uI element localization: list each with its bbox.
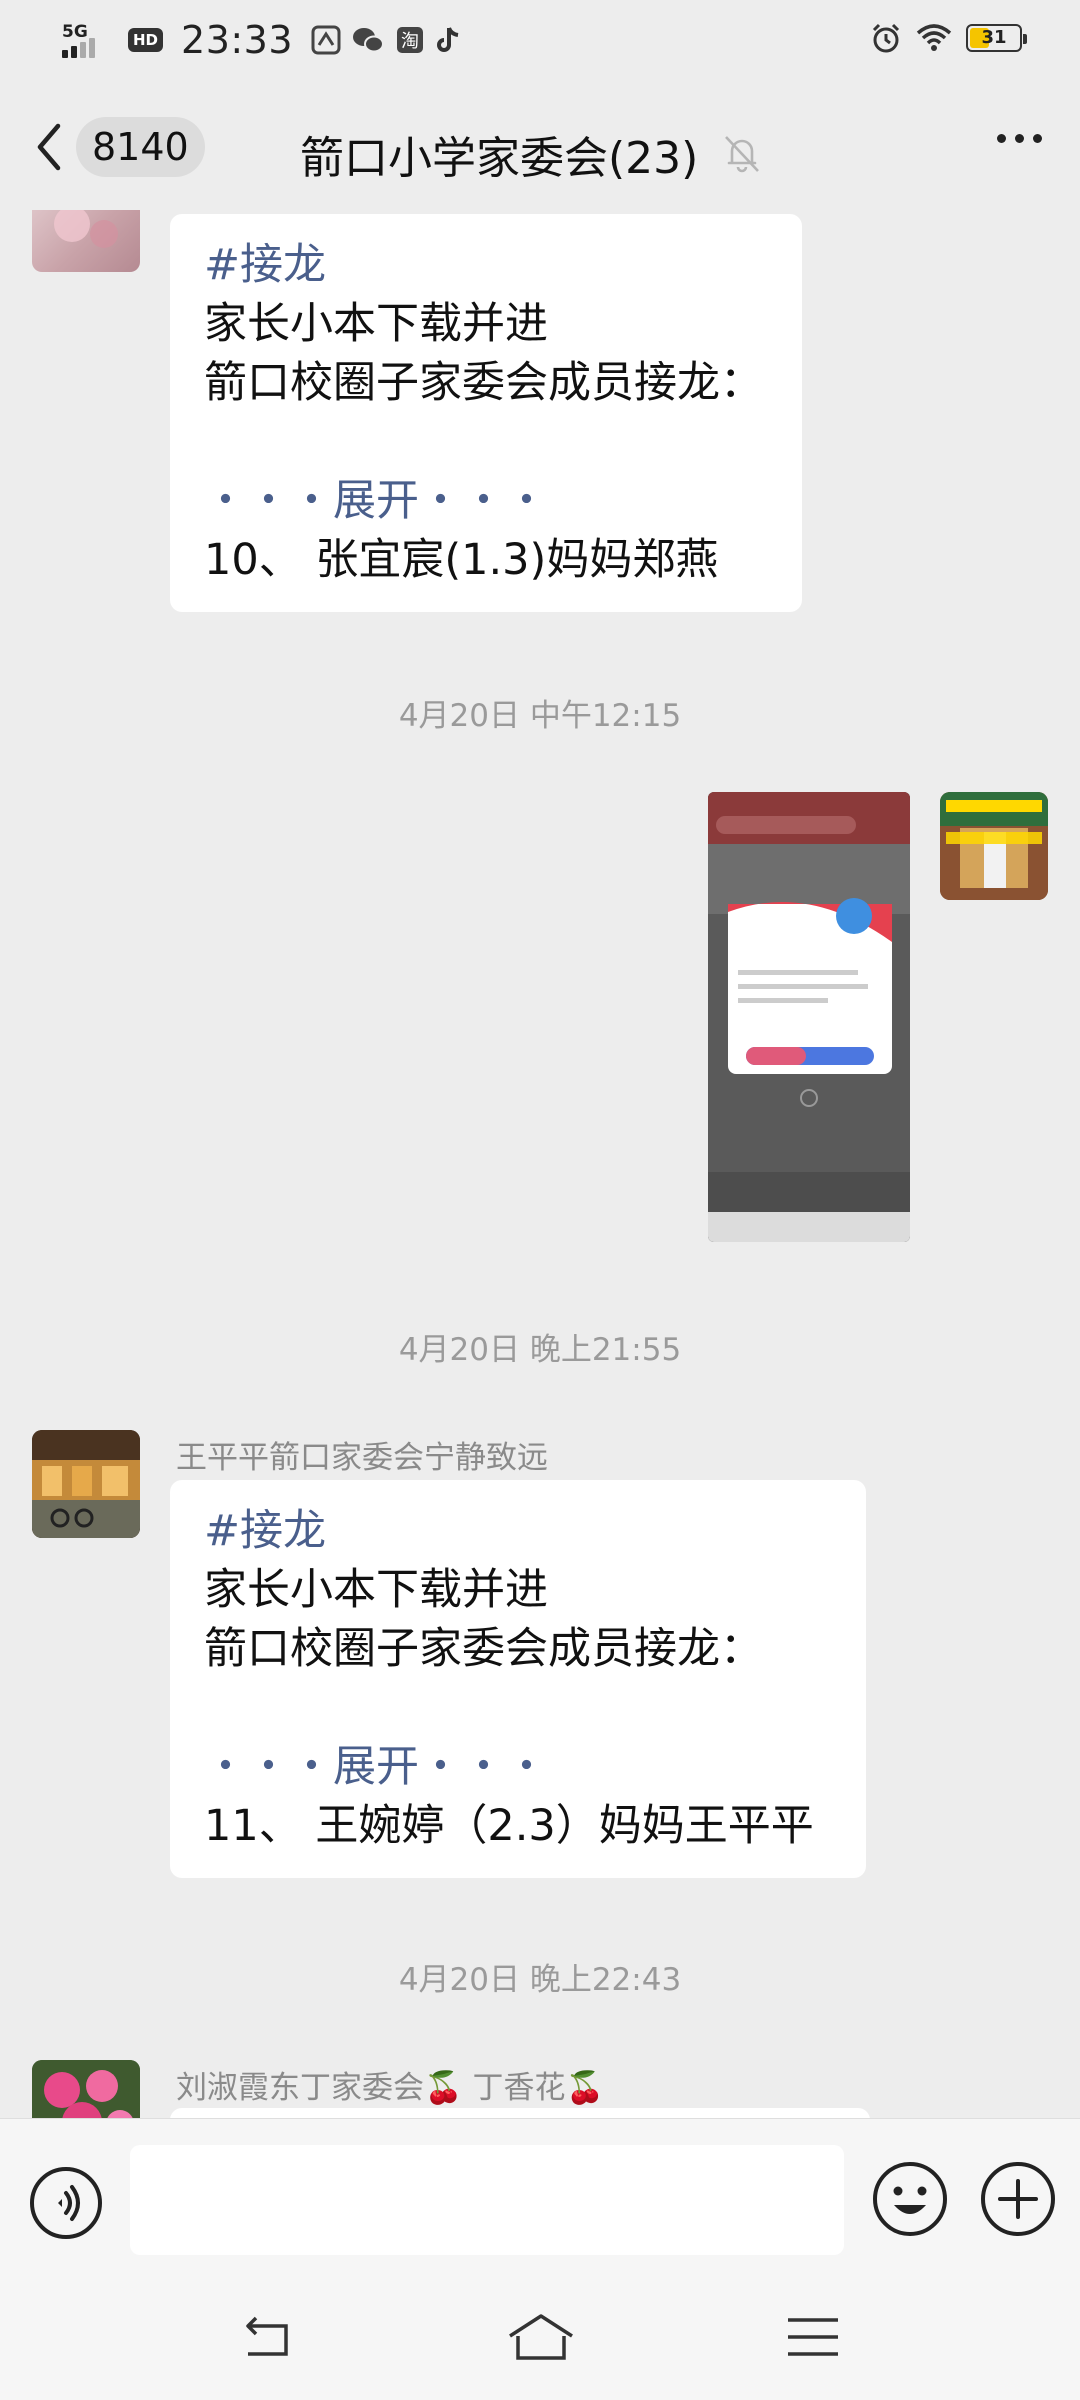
expand-link[interactable]: ・・・展开・・・ — [204, 472, 768, 531]
chat-message-list[interactable]: #接龙 家长小本下载并进 箭口校圈子家委会成员接龙： ・・・展开・・・ 10、 … — [0, 210, 1080, 2118]
dot-icon — [1033, 134, 1042, 143]
timestamp: 4月20日 中午12:15 — [398, 698, 682, 734]
alipay-notif-icon — [311, 25, 341, 55]
dot-icon — [997, 134, 1006, 143]
system-nav-bar — [0, 2282, 1080, 2400]
expand-link[interactable]: ・・・展开・・・ — [204, 1738, 832, 1797]
battery-level: 31 — [981, 27, 1007, 48]
topic-tag[interactable]: #接龙 — [204, 236, 768, 295]
more-functions-button[interactable] — [978, 2159, 1058, 2243]
home-icon — [509, 2314, 573, 2360]
dot-icon — [1015, 134, 1024, 143]
cellular-signal-icon: 5G — [62, 20, 110, 60]
chat-title: 箭口小学家委会(23) — [300, 133, 699, 184]
message-line: 家长小本下载并进 — [204, 1565, 548, 1615]
status-time: 23:33 — [181, 18, 294, 62]
more-options-button[interactable] — [997, 134, 1042, 143]
back-arrow-icon — [246, 2316, 288, 2356]
message-line: 箭口校圈子家委会成员接龙： — [204, 358, 763, 408]
solitaire-entry: 11、 王婉婷（2.3）妈妈王平平 — [204, 1801, 814, 1851]
chevron-left-icon — [37, 123, 61, 171]
alarm-icon — [872, 23, 900, 53]
my-avatar[interactable] — [940, 792, 1048, 900]
message-bubble[interactable]: #接龙 家长小本下载并进 箭口校圈子家委会成员接龙： ・・・展开・・・ 10、 … — [170, 214, 802, 612]
message-line: 箭口校圈子家委会成员接龙： — [204, 1624, 763, 1674]
wifi-icon — [916, 24, 952, 51]
network-type: 5G — [62, 22, 88, 42]
emoji-button[interactable] — [870, 2159, 950, 2243]
nav-back-button[interactable] — [240, 2312, 296, 2366]
avatar[interactable] — [32, 1430, 140, 1538]
timestamp: 4月20日 晚上21:55 — [398, 1332, 682, 1368]
sender-name: 刘淑霞东丁家委会🍒 丁香花🍒 — [176, 2070, 605, 2106]
taobao-notif-icon: 淘 — [397, 27, 424, 53]
timestamp: 4月20日 晚上22:43 — [398, 1962, 682, 1998]
avatar[interactable] — [32, 2060, 140, 2118]
menu-icon — [788, 2318, 838, 2356]
message-bubble[interactable] — [170, 2108, 870, 2118]
chat-title-group: 箭口小学家委会(23) — [300, 122, 762, 186]
nav-home-button[interactable] — [506, 2312, 576, 2366]
smiley-icon — [873, 2162, 947, 2236]
avatar[interactable] — [32, 210, 140, 272]
message-line: 家长小本下载并进 — [204, 299, 548, 349]
solitaire-entry: 10、 张宜宸(1.3)妈妈郑燕 — [204, 535, 719, 585]
wechat-notif-icon — [353, 28, 385, 53]
notification-icons: 淘 — [311, 25, 461, 55]
chat-header: 8140 箭口小学家委会(23) — [0, 86, 1080, 210]
hd-badge: HD — [128, 28, 164, 52]
status-bar: 5G HD 23:33 淘 31 — [0, 0, 1080, 86]
plus-icon — [981, 2162, 1055, 2236]
message-bubble[interactable]: #接龙 家长小本下载并进 箭口校圈子家委会成员接龙： ・・・展开・・・ 11、 … — [170, 1480, 866, 1878]
voice-input-button[interactable] — [28, 2165, 104, 2245]
voice-icon — [30, 2167, 102, 2239]
topic-tag[interactable]: #接龙 — [204, 1502, 832, 1561]
status-left: 5G HD 23:33 淘 — [62, 18, 461, 62]
tiktok-notif-icon — [437, 27, 459, 52]
unread-count-badge: 8140 — [76, 117, 205, 177]
image-message[interactable] — [708, 792, 910, 1242]
input-bar — [0, 2118, 1080, 2282]
mute-bell-icon — [725, 136, 760, 173]
back-button[interactable]: 8140 — [34, 114, 214, 180]
nav-recents-button[interactable] — [786, 2312, 840, 2366]
message-input[interactable] — [130, 2145, 844, 2255]
sender-name: 王平平箭口家委会宁静致远 — [176, 1440, 548, 1476]
svg-text:淘: 淘 — [401, 31, 419, 52]
battery-icon: 31 — [966, 24, 1027, 52]
status-right: 31 — [870, 22, 1027, 54]
